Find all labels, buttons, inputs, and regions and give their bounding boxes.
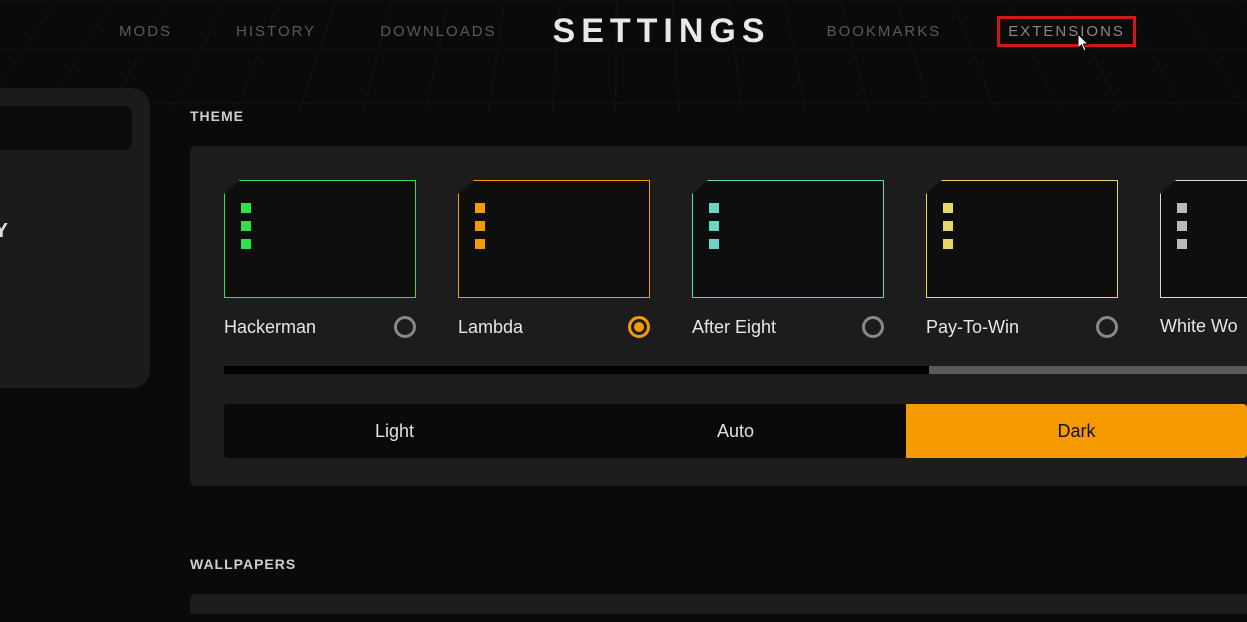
themes-scrollbar[interactable] xyxy=(224,366,1247,374)
theme-item-pay-to-win[interactable]: Pay-To-Win xyxy=(926,180,1118,338)
theme-label: Lambda xyxy=(458,317,523,338)
accent-dot-icon xyxy=(943,239,953,249)
sidebar-panel: URITY xyxy=(0,88,150,388)
accent-dot-icon xyxy=(709,239,719,249)
sidebar-item-security[interactable]: URITY xyxy=(0,220,132,243)
mode-auto-button[interactable]: Auto xyxy=(565,404,906,458)
mode-dark-button[interactable]: Dark xyxy=(906,404,1247,458)
accent-dot-icon xyxy=(241,221,251,231)
accent-dot-icon xyxy=(241,203,251,213)
theme-label: White Wo xyxy=(1160,316,1238,337)
theme-preview xyxy=(692,180,884,298)
theme-radio[interactable] xyxy=(394,316,416,338)
theme-preview xyxy=(224,180,416,298)
accent-dot-icon xyxy=(475,239,485,249)
theme-radio[interactable] xyxy=(628,316,650,338)
nav-history[interactable]: HISTORY xyxy=(228,19,324,44)
scrollbar-thumb[interactable] xyxy=(929,366,1247,374)
accent-dot-icon xyxy=(1177,221,1187,231)
theme-item-white-wo[interactable]: White Wo xyxy=(1160,180,1247,338)
theme-panel: Hackerman Lambda xyxy=(190,146,1247,486)
nav-bookmarks[interactable]: BOOKMARKS xyxy=(819,19,950,44)
wallpapers-panel xyxy=(190,594,1247,614)
accent-dot-icon xyxy=(241,239,251,249)
scrollbar-track xyxy=(224,366,929,374)
accent-dot-icon xyxy=(1177,203,1187,213)
nav-downloads[interactable]: DOWNLOADS xyxy=(372,19,504,44)
accent-dot-icon xyxy=(475,221,485,231)
theme-radio[interactable] xyxy=(1096,316,1118,338)
theme-item-hackerman[interactable]: Hackerman xyxy=(224,180,416,338)
theme-label: Pay-To-Win xyxy=(926,317,1019,338)
nav-mods[interactable]: MODS xyxy=(111,19,180,44)
mode-light-button[interactable]: Light xyxy=(224,404,565,458)
theme-preview xyxy=(458,180,650,298)
accent-dot-icon xyxy=(709,203,719,213)
appearance-mode-toggle: Light Auto Dark xyxy=(224,404,1247,458)
section-title-theme: THEME xyxy=(190,108,1247,124)
theme-radio[interactable] xyxy=(862,316,884,338)
accent-dot-icon xyxy=(1177,239,1187,249)
theme-preview xyxy=(926,180,1118,298)
theme-label: Hackerman xyxy=(224,317,316,338)
nav-title-settings: SETTINGS xyxy=(553,12,771,51)
accent-dot-icon xyxy=(475,203,485,213)
accent-dot-icon xyxy=(943,221,953,231)
top-nav: MODS HISTORY DOWNLOADS SETTINGS BOOKMARK… xyxy=(0,0,1247,50)
sidebar-search-box[interactable] xyxy=(0,106,132,150)
theme-item-lambda[interactable]: Lambda xyxy=(458,180,650,338)
theme-label: After Eight xyxy=(692,317,776,338)
section-title-wallpapers: WALLPAPERS xyxy=(190,556,1247,572)
accent-dot-icon xyxy=(943,203,953,213)
main-content: THEME Hackerman xyxy=(190,108,1247,614)
accent-dot-icon xyxy=(709,221,719,231)
nav-extensions[interactable]: EXTENSIONS xyxy=(997,16,1136,47)
theme-preview xyxy=(1160,180,1247,298)
themes-row: Hackerman Lambda xyxy=(224,180,1247,338)
theme-item-after-eight[interactable]: After Eight xyxy=(692,180,884,338)
